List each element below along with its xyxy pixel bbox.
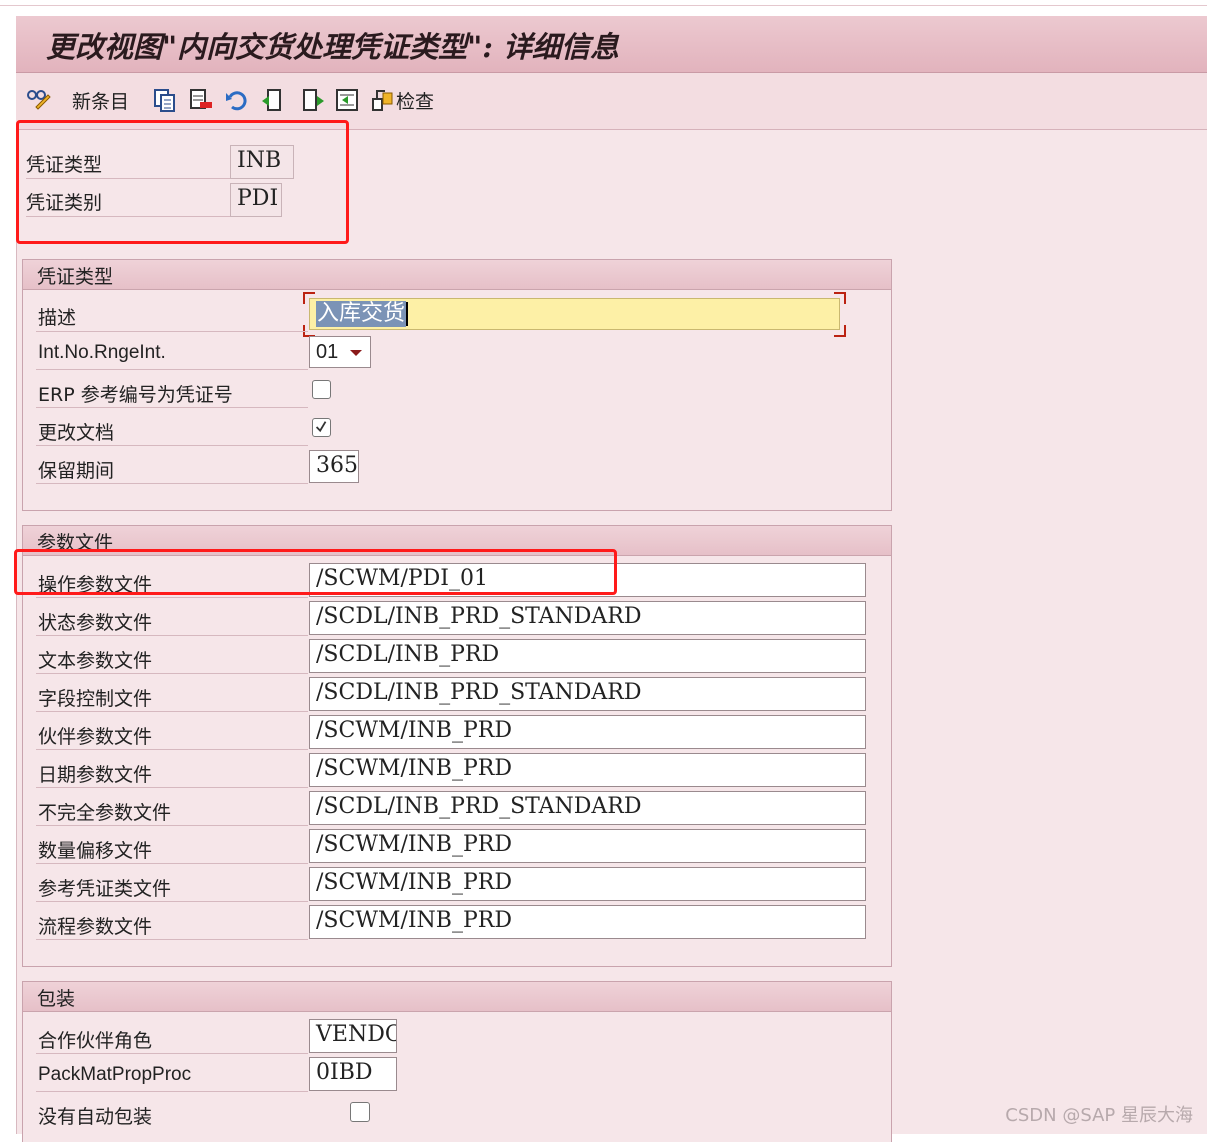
display-change-button[interactable] <box>26 85 52 115</box>
profile-label: 日期参数文件 <box>38 764 153 786</box>
profile-input[interactable]: /SCWM/INB_PRD <box>309 715 866 749</box>
new-entries-button[interactable]: 新条目 <box>72 85 129 115</box>
profile-input[interactable]: /SCWM/INB_PRD <box>309 905 866 939</box>
divider <box>36 939 308 940</box>
divider <box>36 635 308 636</box>
profile-label: 参考凭证类文件 <box>38 878 172 900</box>
profile-input[interactable]: /SCWM/INB_PRD <box>309 753 866 787</box>
undo-button[interactable] <box>224 85 250 115</box>
divider <box>36 901 308 902</box>
profile-input[interactable]: /SCDL/INB_PRD <box>309 639 866 673</box>
divider <box>36 711 308 712</box>
delete-button[interactable] <box>188 85 214 115</box>
highlight-action-profile-box <box>14 549 617 595</box>
check-icon <box>370 87 396 113</box>
focus-corner <box>834 325 846 337</box>
int-no-range-value: 01 <box>316 341 339 363</box>
profile-label: 伙伴参数文件 <box>38 726 153 748</box>
change-docs-checkbox[interactable] <box>312 418 331 437</box>
checkmark-icon <box>315 421 327 433</box>
group-header: 凭证类型 <box>23 260 891 290</box>
copy-icon <box>152 87 178 113</box>
variable-list-button[interactable] <box>334 85 360 115</box>
group-title: 包装 <box>37 988 76 1010</box>
profile-input[interactable]: /SCDL/INB_PRD_STANDARD <box>309 677 866 711</box>
top-border <box>0 5 1207 6</box>
packmat-input[interactable]: 0IBD <box>309 1057 397 1091</box>
divider <box>36 673 308 674</box>
highlight-header-box <box>16 120 349 244</box>
window-title: 更改视图"内向交货处理凭证类型": 详细信息 <box>46 30 620 64</box>
divider <box>36 331 308 332</box>
divider <box>36 407 308 408</box>
profile-label: 流程参数文件 <box>38 916 153 938</box>
divider <box>36 597 308 598</box>
description-selected-text: 入库交货 <box>316 301 407 327</box>
description-label: 描述 <box>38 307 77 329</box>
next-page-icon <box>300 87 326 113</box>
description-input[interactable]: 入库交货 <box>309 298 840 330</box>
previous-entry-button[interactable] <box>260 85 286 115</box>
divider <box>36 749 308 750</box>
divider <box>36 483 308 484</box>
next-entry-button[interactable] <box>300 85 326 115</box>
profile-label: 数量偏移文件 <box>38 840 153 862</box>
divider <box>36 369 308 370</box>
divider <box>36 863 308 864</box>
glasses-pencil-icon <box>26 87 52 113</box>
focus-corner <box>834 292 846 304</box>
profile-input[interactable]: /SCWM/INB_PRD <box>309 829 866 863</box>
title-bar: 更改视图"内向交货处理凭证类型": 详细信息 <box>16 16 1207 73</box>
profile-input[interactable]: /SCDL/INB_PRD_STANDARD <box>309 601 866 635</box>
chevron-down-icon <box>350 350 362 356</box>
retention-label: 保留期间 <box>38 460 115 482</box>
group-title: 凭证类型 <box>37 266 114 288</box>
divider <box>36 445 308 446</box>
int-no-range-label: Int.No.RngeInt. <box>38 342 166 363</box>
divider <box>36 825 308 826</box>
erp-ref-label: ERP 参考编号为凭证号 <box>38 384 233 406</box>
profile-input[interactable]: /SCWM/INB_PRD <box>309 867 866 901</box>
group-header: 包装 <box>23 982 891 1012</box>
focus-corner <box>303 292 315 304</box>
divider <box>36 1053 308 1054</box>
erp-ref-checkbox[interactable] <box>312 380 331 399</box>
partner-role-input[interactable]: VENDOR <box>309 1019 397 1053</box>
divider <box>36 787 308 788</box>
profile-label: 状态参数文件 <box>38 612 153 634</box>
profile-label: 文本参数文件 <box>38 650 153 672</box>
select-block-icon <box>334 87 360 113</box>
profile-input[interactable]: /SCDL/INB_PRD_STANDARD <box>309 791 866 825</box>
change-docs-label: 更改文档 <box>38 422 115 444</box>
new-entries-label: 新条目 <box>72 90 130 113</box>
copy-as-button[interactable] <box>152 85 178 115</box>
packmat-label: PackMatPropProc <box>38 1064 192 1085</box>
check-button[interactable]: 检查 <box>370 85 434 115</box>
text-cursor <box>406 302 409 326</box>
check-label: 检查 <box>396 90 435 113</box>
watermark: CSDN @SAP 星辰大海 <box>1005 1105 1193 1126</box>
profile-label: 字段控制文件 <box>38 688 153 710</box>
no-auto-pack-label: 没有自动包装 <box>38 1106 153 1128</box>
divider <box>36 1091 308 1092</box>
retention-input[interactable]: 365 <box>309 450 359 483</box>
previous-page-icon <box>260 87 286 113</box>
no-auto-pack-checkbox[interactable] <box>350 1102 370 1122</box>
int-no-range-dropdown[interactable]: 01 <box>309 336 371 368</box>
partner-role-label: 合作伙伴角色 <box>38 1030 153 1052</box>
delete-row-icon <box>188 87 214 113</box>
group-packing: 包装 <box>22 981 892 1142</box>
profile-label: 不完全参数文件 <box>38 802 172 824</box>
undo-icon <box>224 87 250 113</box>
